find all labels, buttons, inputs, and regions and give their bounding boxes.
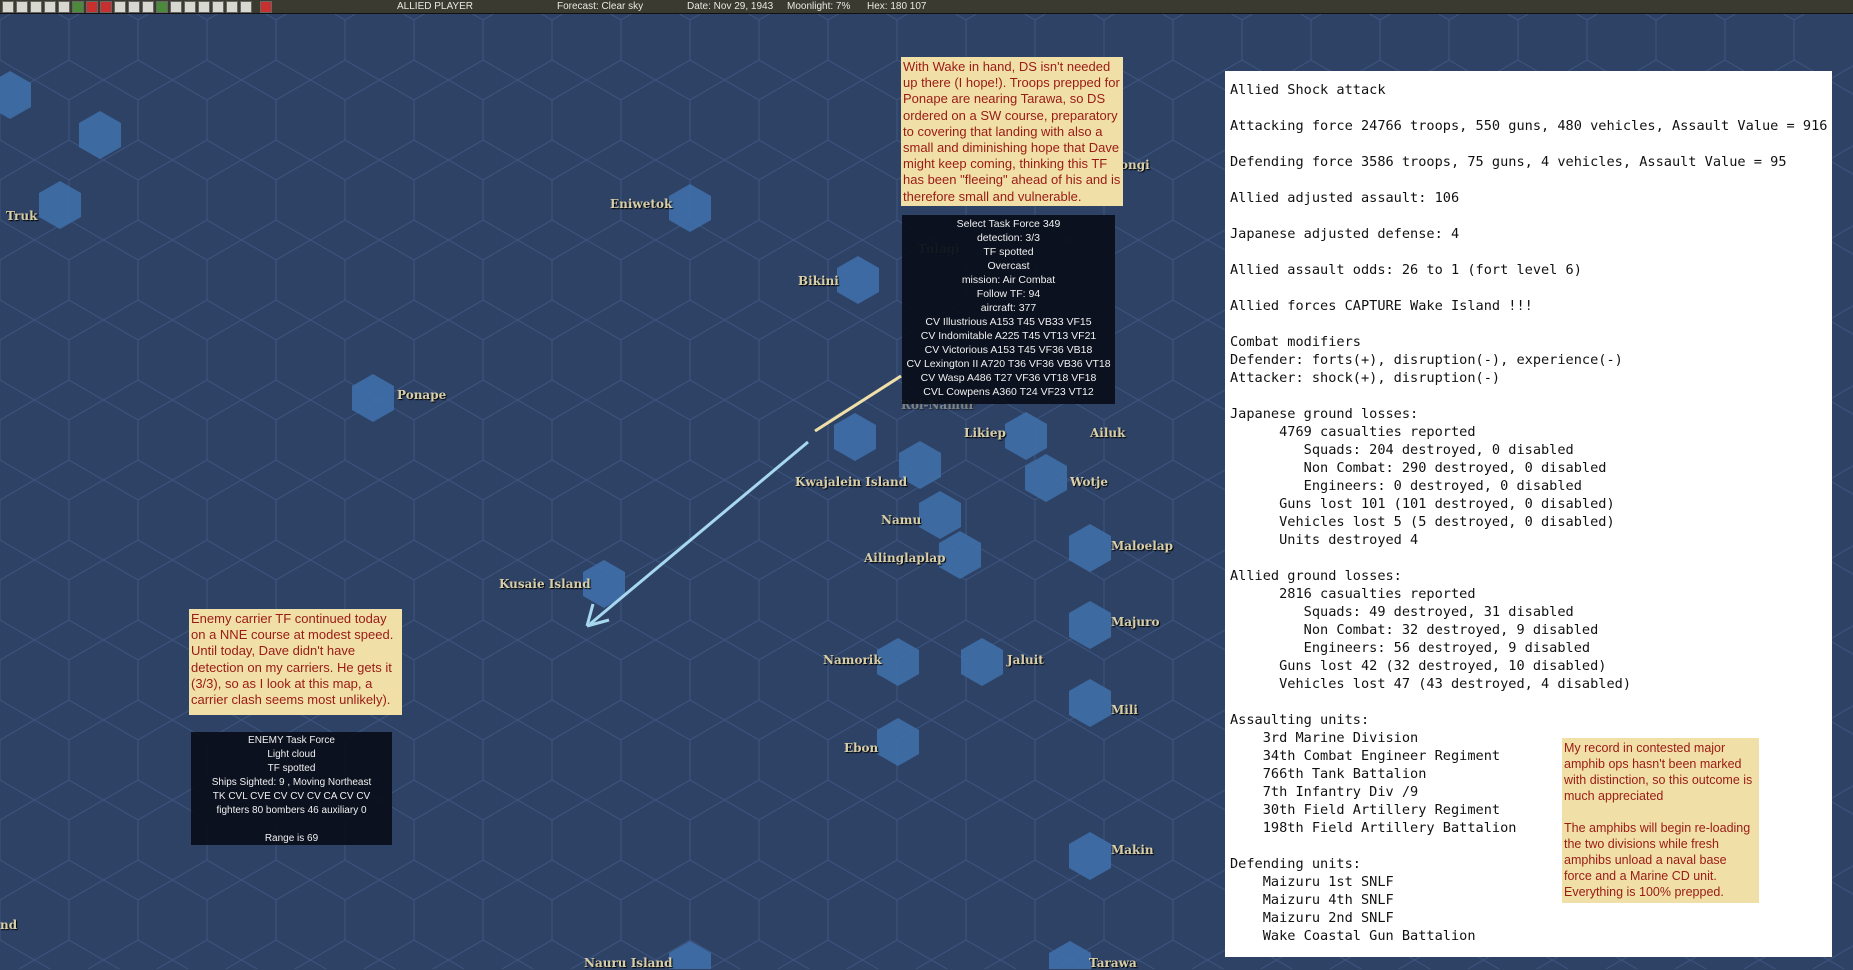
report-gap <box>1230 315 1827 333</box>
map-label[interactable]: Mili <box>1111 703 1138 717</box>
report-line: Guns lost 101 (101 destroyed, 0 disabled… <box>1230 496 1615 512</box>
tf-line: Ships Sighted: 9 , Moving Northeast <box>211 777 372 788</box>
map-label[interactable]: Ailinglaplap <box>864 551 946 565</box>
report-line: Wake Coastal Gun Battalion <box>1230 928 1476 944</box>
report-line: Allied assault odds: 26 to 1 (fort level… <box>1230 262 1582 278</box>
report-line: Vehicles lost 5 (5 destroyed, 0 disabled… <box>1230 514 1615 530</box>
report-gap <box>1230 243 1827 261</box>
report-line: 2816 casualties reported <box>1230 586 1476 602</box>
report-gap <box>1230 207 1827 225</box>
report-line: Allied forces CAPTURE Wake Island !!! <box>1230 298 1533 314</box>
report-line: Engineers: 56 destroyed, 9 disabled <box>1230 640 1591 656</box>
tf-line: detection: 3/3 <box>976 232 1041 244</box>
map-label[interactable]: Eniwetok <box>610 197 672 211</box>
report-line: Maizuru 2nd SNLF <box>1230 910 1394 926</box>
map-label[interactable]: ongi <box>1120 158 1150 172</box>
map-label[interactable]: Namorik <box>823 653 882 667</box>
map-label[interactable]: Namu <box>881 513 921 527</box>
report-line: Defender: forts(+), disruption(-), exper… <box>1230 352 1623 368</box>
report-line: Units destroyed 4 <box>1230 532 1419 548</box>
report-line: Defending force 3586 troops, 75 guns, 4 … <box>1230 154 1787 170</box>
report-gap <box>1230 693 1827 711</box>
map-label[interactable]: Jaluit <box>1007 653 1044 667</box>
note-wake: With Wake in hand, DS isn't needed up th… <box>901 57 1123 206</box>
map-label[interactable]: Makin <box>1111 843 1154 857</box>
report-line: Engineers: 0 destroyed, 0 disabled <box>1230 478 1582 494</box>
toolbar-icons[interactable] <box>0 0 274 13</box>
note-enemy: Enemy carrier TF continued today on a NN… <box>189 609 402 715</box>
tf-line: CV Wasp A486 T27 VF36 VT18 VF18 <box>920 372 1097 384</box>
report-line: 4769 casualties reported <box>1230 424 1476 440</box>
report-line: Japanese ground losses: <box>1230 406 1419 422</box>
report-line: Squads: 204 destroyed, 0 disabled <box>1230 442 1574 458</box>
tf-line: ENEMY Task Force <box>248 735 335 746</box>
report-line: Combat modifiers <box>1230 334 1361 350</box>
report-gap <box>1230 99 1827 117</box>
date: Date: Nov 29, 1943 <box>687 1 774 12</box>
report-gap <box>1230 387 1827 405</box>
tf-line: Follow TF: 94 <box>976 288 1041 300</box>
tf-line: aircraft: 377 <box>980 302 1037 314</box>
player-label: ALLIED PLAYER <box>397 1 473 12</box>
note-record-p1: My record in contested major amphib ops … <box>1564 741 1753 803</box>
map-label[interactable]: Likiep <box>964 426 1006 440</box>
report-line: Non Combat: 32 destroyed, 9 disabled <box>1230 622 1599 638</box>
map-label[interactable]: Nauru Island <box>584 956 673 970</box>
report-line: Vehicles lost 47 (43 destroyed, 4 disabl… <box>1230 676 1632 692</box>
tf-line: mission: Air Combat <box>961 274 1056 286</box>
map-label[interactable]: Tarawa <box>1089 956 1137 970</box>
tf-line: TF spotted <box>983 246 1034 258</box>
note-record: My record in contested major amphib ops … <box>1562 738 1759 903</box>
top-toolbar: ALLIED PLAYER Forecast: Clear sky Date: … <box>0 0 1853 14</box>
map-label[interactable]: Ailuk <box>1090 426 1125 440</box>
map-label[interactable]: Kwajalein Island <box>795 475 907 489</box>
map-label[interactable]: Truk <box>6 209 37 223</box>
report-line: Attacker: shock(+), disruption(-) <box>1230 370 1501 386</box>
report-line: Allied Shock attack <box>1230 82 1386 98</box>
tf-line: Range is 69 <box>264 833 319 844</box>
note-record-p2: The amphibs will begin re-loading the tw… <box>1564 821 1751 899</box>
map-label[interactable]: Ebon <box>844 741 878 755</box>
tf-line: TK CVL CVE CV CV CV CA CV CV <box>212 791 371 802</box>
report-line: Non Combat: 290 destroyed, 0 disabled <box>1230 460 1607 476</box>
map-label[interactable]: Bikini <box>798 274 839 288</box>
report-line: Assaulting units: <box>1230 712 1370 728</box>
tf-line <box>191 818 392 832</box>
map-label[interactable]: Wotje <box>1070 475 1108 489</box>
tf-line: Overcast <box>987 260 1030 272</box>
report-gap <box>1230 171 1827 189</box>
map-label[interactable]: Kusaie Island <box>499 577 591 591</box>
own-task-force-tooltip: Select Task Force 349 detection: 3/3 TF sp… <box>902 215 1115 404</box>
tf-line: fighters 80 bombers 46 auxiliary 0 <box>216 805 367 816</box>
report-line: Guns lost 42 (32 destroyed, 10 disabled) <box>1230 658 1607 674</box>
tf-line: TF spotted <box>267 763 316 774</box>
map-label[interactable]: Maloelap <box>1111 539 1173 553</box>
report-line: Attacking force 24766 troops, 550 guns, … <box>1230 118 1828 134</box>
tf-line: Select Task Force 349 <box>956 218 1061 230</box>
report-line: Squads: 49 destroyed, 31 disabled <box>1230 604 1574 620</box>
tf-line: CV Victorious A153 T45 VF36 VB18 <box>924 344 1093 356</box>
map-label[interactable]: nd <box>0 918 17 932</box>
tf-line: CVL Cowpens A360 T24 VF23 VT12 <box>923 386 1094 398</box>
report-line: Allied adjusted assault: 106 <box>1230 190 1460 206</box>
report-line: Japanese adjusted defense: 4 <box>1230 226 1460 242</box>
tf-line: Light cloud <box>267 749 316 760</box>
map-label[interactable]: Ponape <box>397 388 446 402</box>
report-gap <box>1230 549 1827 567</box>
report-line: Allied ground losses: <box>1230 568 1402 584</box>
report-gap <box>1230 135 1827 153</box>
report-gap <box>1230 279 1827 297</box>
tf-line: CV Indomitable A225 T45 VT13 VF21 <box>920 330 1097 342</box>
map-label[interactable]: Majuro <box>1111 615 1159 629</box>
enemy-task-force-tooltip: ENEMY Task Force Light cloud TF spotted Shi… <box>191 732 392 845</box>
tf-line: CV Illustrious A153 T45 VB33 VF15 <box>925 316 1092 328</box>
moonlight: Moonlight: 7% <box>787 1 851 12</box>
forecast: Forecast: Clear sky <box>557 1 644 12</box>
tf-line: CV Lexington II A720 T36 VF36 VB36 VT18 <box>906 358 1111 370</box>
hex-coord: Hex: 180 107 <box>867 1 927 12</box>
